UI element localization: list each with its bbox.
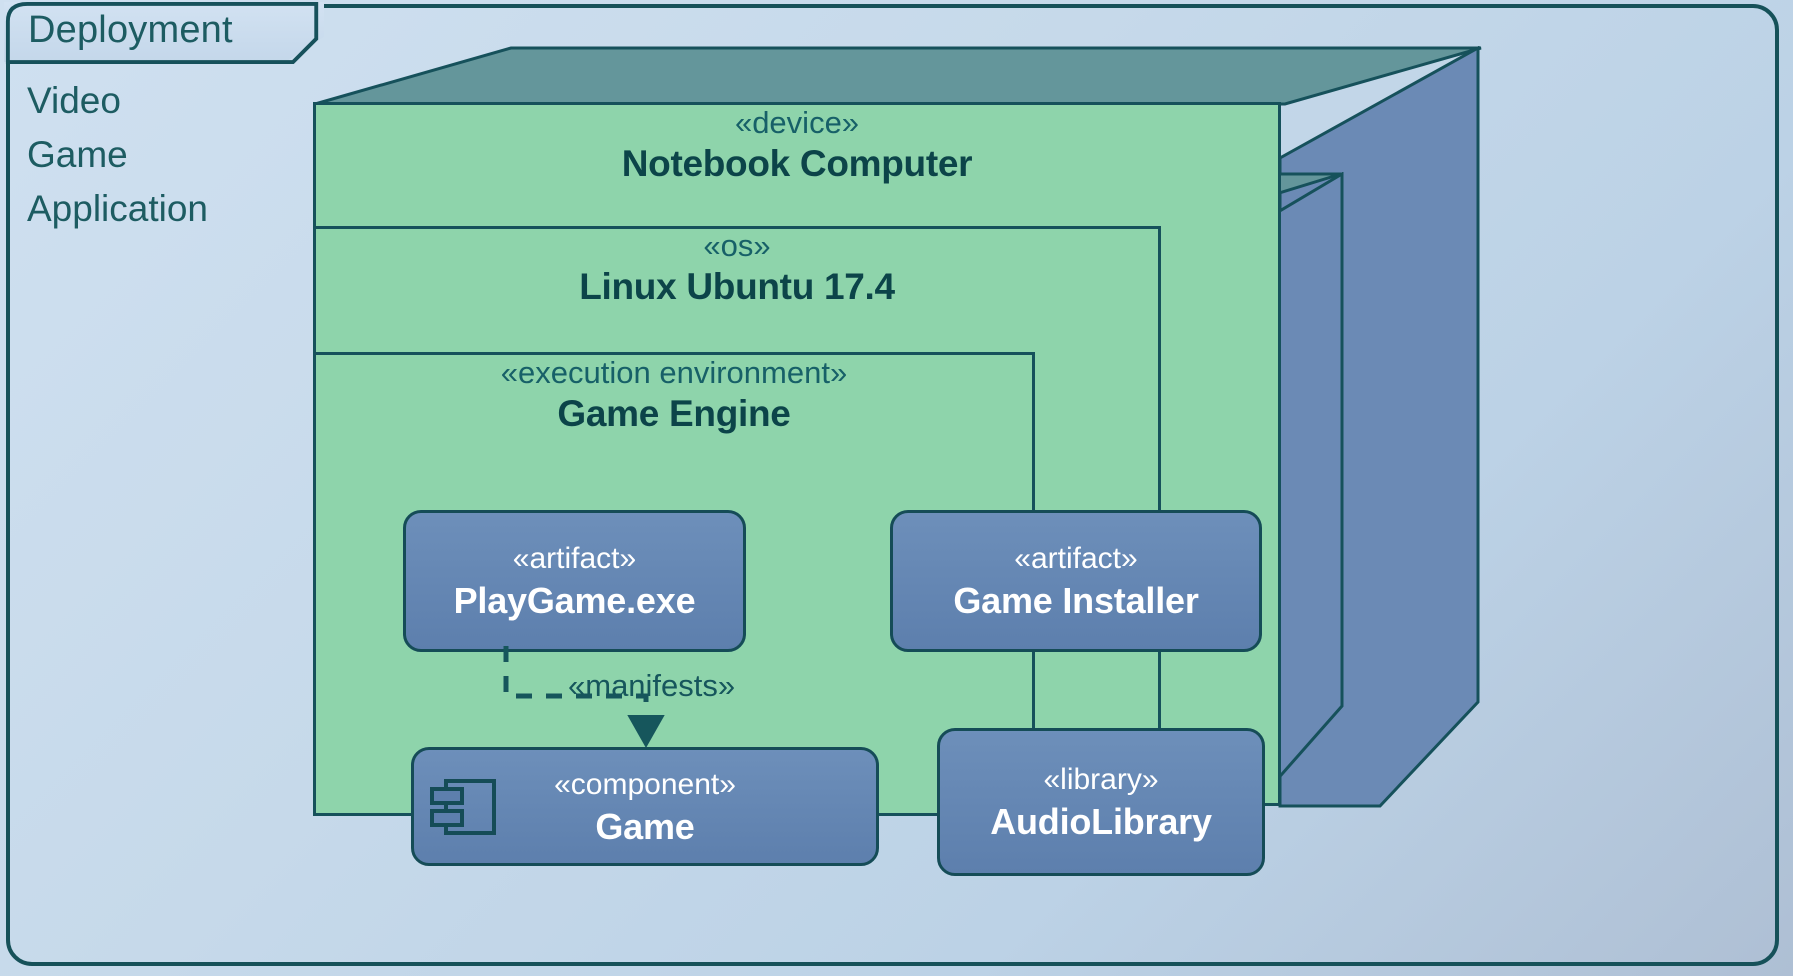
library-name-audio: AudioLibrary (990, 801, 1212, 842)
stereotype-artifact-installer: «artifact» (1014, 542, 1138, 575)
stereotype-component-game: «component» (554, 767, 736, 801)
library-audiolibrary[interactable]: «library» AudioLibrary (937, 728, 1265, 876)
artifact-playgame-exe[interactable]: «artifact» PlayGame.exe (403, 510, 746, 652)
component-icon (430, 775, 498, 839)
artifact-game-installer[interactable]: «artifact» Game Installer (890, 510, 1262, 652)
artifact-name-installer: Game Installer (953, 580, 1199, 621)
frame-label: Deployment (28, 9, 233, 51)
artifact-name-playgame: PlayGame.exe (453, 580, 696, 621)
diagram-canvas: Deployment Video Game Application «devic… (0, 0, 1793, 976)
component-game[interactable]: «component» Game (411, 747, 879, 866)
component-name-game: Game (595, 805, 695, 847)
stereotype-library-audio: «library» (1043, 763, 1159, 796)
stereotype-artifact-playgame: «artifact» (512, 542, 637, 575)
manifests-label: «manifests» (568, 668, 736, 703)
frame-subtitle: Video Game Application (27, 80, 209, 229)
